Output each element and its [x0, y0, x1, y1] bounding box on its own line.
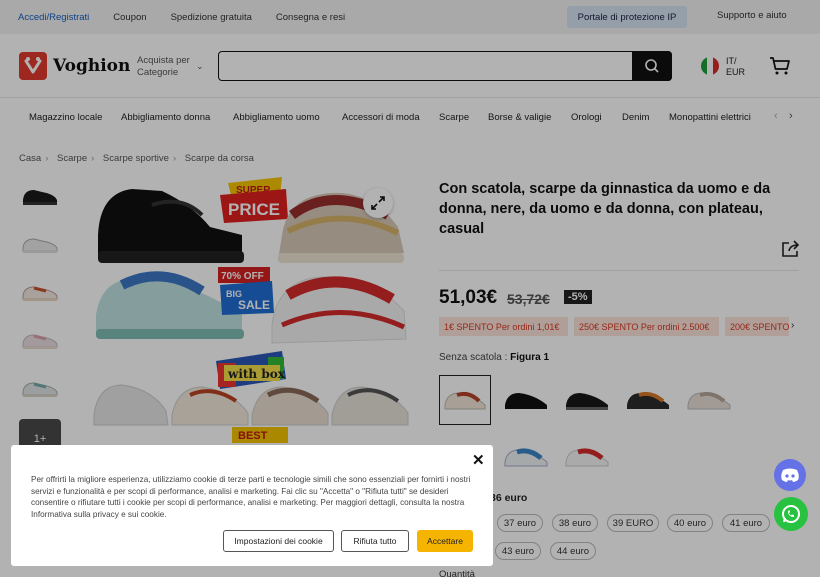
- cookie-settings-button[interactable]: Impostazioni dei cookie: [223, 530, 334, 552]
- reject-all-button[interactable]: Rifiuta tutto: [341, 530, 409, 552]
- accept-button[interactable]: Accettare: [417, 530, 473, 552]
- cookie-consent-dialog: ✕ Per offrirti la migliore esperienza, u…: [11, 445, 493, 566]
- cookie-consent-text: Per offrirti la migliore esperienza, uti…: [31, 475, 471, 519]
- whatsapp-button[interactable]: [774, 497, 808, 531]
- discord-icon: [781, 468, 799, 482]
- discord-button[interactable]: [774, 459, 806, 491]
- whatsapp-icon: [782, 505, 800, 523]
- close-icon[interactable]: ✕: [472, 451, 485, 469]
